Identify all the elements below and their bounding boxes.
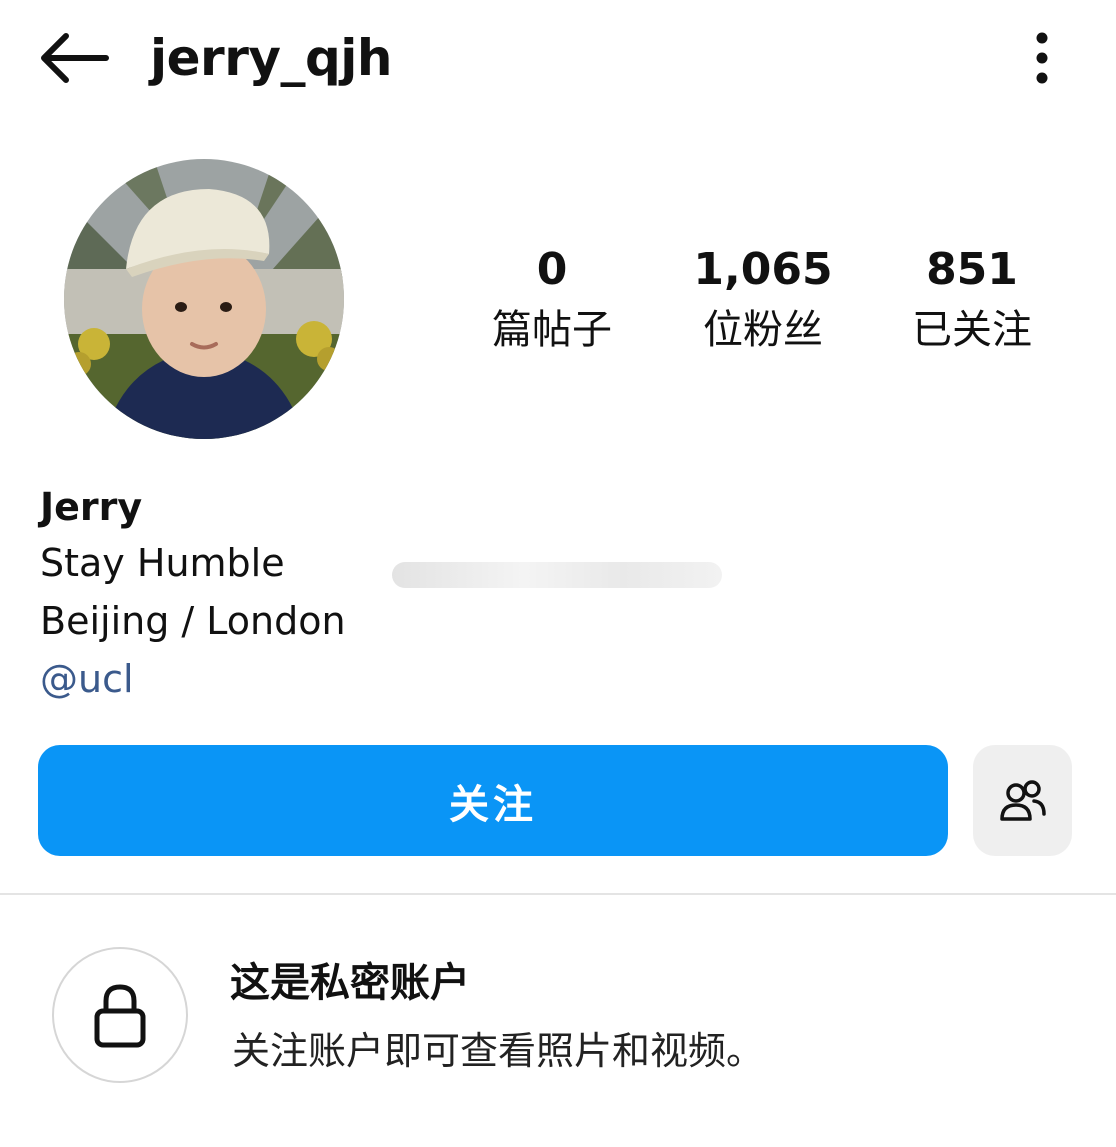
private-account-title: 这是私密账户 — [230, 960, 470, 1006]
following-stat[interactable]: 851 已关注 — [872, 240, 1072, 358]
bio-mention-link[interactable]: @ucl — [40, 654, 134, 704]
bio-location: Beijing / London — [40, 599, 346, 643]
back-arrow-icon[interactable] — [38, 30, 110, 86]
following-count: 851 — [926, 244, 1018, 295]
followers-count: 1,065 — [693, 244, 833, 295]
posts-label: 篇帖子 — [492, 307, 612, 353]
lock-badge — [52, 947, 188, 1083]
posts-stat[interactable]: 0 篇帖子 — [452, 240, 652, 358]
followers-stat[interactable]: 1,065 位粉丝 — [663, 240, 863, 358]
people-icon — [999, 779, 1046, 821]
section-divider — [0, 893, 1116, 895]
profile-username: jerry_qjh — [150, 29, 392, 87]
more-options-icon[interactable] — [1018, 28, 1066, 88]
private-account-subtitle: 关注账户即可查看照片和视频。 — [232, 1029, 765, 1073]
profile-photo — [64, 159, 344, 439]
bio-line: Stay Humble — [40, 541, 285, 585]
follow-button[interactable]: 关注 — [38, 745, 948, 856]
display-name: Jerry — [40, 485, 143, 529]
suggested-accounts-button[interactable] — [973, 745, 1072, 856]
lock-icon — [94, 984, 146, 1048]
followers-label: 位粉丝 — [703, 307, 823, 353]
redacted-text — [392, 562, 722, 588]
following-label: 已关注 — [912, 307, 1032, 353]
posts-count: 0 — [536, 244, 568, 295]
avatar[interactable] — [64, 159, 344, 439]
